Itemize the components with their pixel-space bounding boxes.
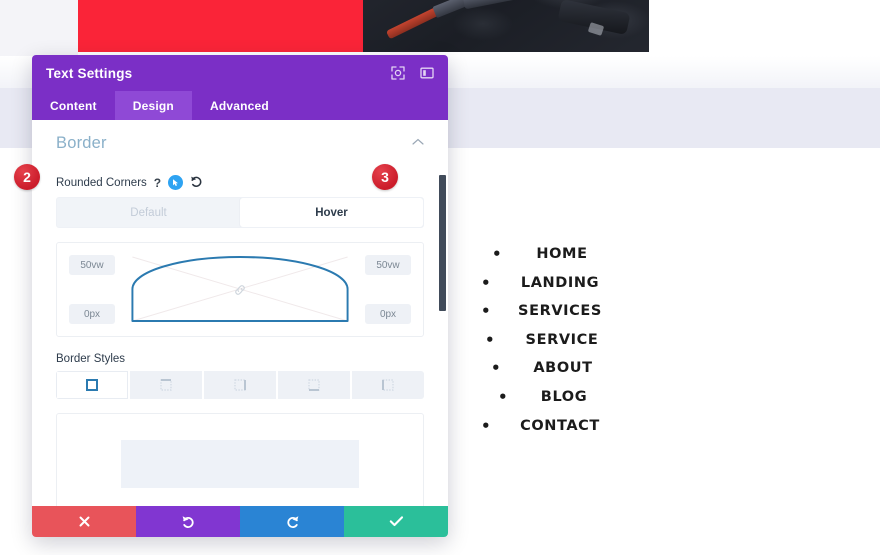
nav-item-contact[interactable]: CONTACT bbox=[470, 412, 650, 441]
tab-label: Advanced bbox=[209, 98, 269, 113]
state-tab-hover[interactable]: Hover bbox=[240, 198, 423, 227]
border-styles-label: Border Styles bbox=[56, 353, 126, 365]
nav-item-label: SERVICE bbox=[525, 331, 599, 348]
rounded-corners-label: Rounded Corners bbox=[56, 176, 147, 189]
modal-title: Text Settings bbox=[46, 65, 133, 81]
modal-header: Text Settings bbox=[32, 55, 448, 91]
hero-photo-image bbox=[363, 0, 649, 52]
border-preview-box bbox=[56, 413, 424, 506]
corner-value: 50vw bbox=[80, 259, 104, 271]
rounded-corners-label-row: Rounded Corners ? bbox=[56, 175, 424, 190]
nav-item-label: CONTACT bbox=[520, 417, 600, 434]
undo-button[interactable] bbox=[136, 506, 240, 537]
corner-input-top-left[interactable]: 50vw bbox=[69, 255, 115, 275]
corner-input-top-right[interactable]: 50vw bbox=[365, 255, 411, 275]
link-icon[interactable] bbox=[233, 282, 248, 297]
layout-panel-icon[interactable] bbox=[419, 66, 434, 81]
modal-scrollbar-track[interactable] bbox=[438, 120, 448, 506]
redo-button[interactable] bbox=[240, 506, 344, 537]
annotation-badge-2: 2 bbox=[14, 164, 40, 190]
nav-item-label: LANDING bbox=[520, 274, 600, 291]
section-title: Border bbox=[56, 134, 107, 152]
chevron-up-icon[interactable] bbox=[412, 138, 424, 149]
border-preview-shape bbox=[121, 440, 359, 488]
modal-footer bbox=[32, 506, 448, 537]
photo-tool-body bbox=[462, 0, 542, 10]
border-style-top[interactable] bbox=[130, 371, 204, 399]
nav-item-service[interactable]: SERVICE bbox=[470, 326, 650, 355]
annotation-number: 2 bbox=[23, 169, 31, 185]
border-styles-group bbox=[56, 371, 424, 399]
nav-item-label: HOME bbox=[536, 246, 588, 262]
save-button[interactable] bbox=[344, 506, 448, 537]
corner-value: 0px bbox=[83, 308, 101, 320]
tab-label: Design bbox=[132, 98, 174, 113]
cancel-button[interactable] bbox=[32, 506, 136, 537]
tab-content[interactable]: Content bbox=[32, 91, 115, 120]
site-nav-menu: HOME LANDING SERVICES SERVICE ABOUT BLOG… bbox=[470, 240, 650, 440]
question-mark-icon[interactable]: ? bbox=[154, 177, 161, 189]
nav-item-label: ABOUT bbox=[533, 360, 593, 377]
site-nav-list: HOME LANDING SERVICES SERVICE ABOUT BLOG… bbox=[470, 240, 650, 440]
reset-icon[interactable] bbox=[190, 175, 203, 190]
corner-input-bottom-right[interactable]: 0px bbox=[365, 304, 411, 324]
text-settings-modal: Text Settings Content Design Advanced Bo… bbox=[32, 55, 448, 537]
nav-item-label: SERVICES bbox=[518, 303, 602, 320]
state-tab-label: Hover bbox=[315, 206, 348, 219]
fullscreen-icon[interactable] bbox=[390, 66, 405, 81]
hero-white-area bbox=[649, 0, 880, 52]
hero-red-block bbox=[78, 0, 363, 52]
border-style-all[interactable] bbox=[56, 371, 130, 399]
rounded-corners-editor: 50vw 50vw 0px 0px bbox=[56, 242, 424, 337]
annotation-number: 3 bbox=[381, 169, 389, 185]
tab-design[interactable]: Design bbox=[114, 91, 192, 120]
nav-item-label: BLOG bbox=[540, 388, 588, 405]
state-tab-group: Default Hover bbox=[56, 197, 424, 228]
page-left-strip bbox=[0, 0, 78, 56]
modal-scrollbar-thumb[interactable] bbox=[439, 175, 446, 311]
annotation-badge-3: 3 bbox=[372, 164, 398, 190]
nav-item-home[interactable]: HOME bbox=[470, 240, 650, 269]
modal-tabs: Content Design Advanced bbox=[32, 91, 448, 120]
state-tab-label: Default bbox=[130, 206, 167, 219]
border-style-bottom[interactable] bbox=[278, 371, 352, 399]
hover-state-icon[interactable] bbox=[168, 175, 184, 190]
state-tab-default[interactable]: Default bbox=[57, 198, 240, 227]
border-style-left[interactable] bbox=[352, 371, 424, 399]
screenshot-root: HOME LANDING SERVICES SERVICE ABOUT BLOG… bbox=[0, 0, 880, 555]
border-style-right[interactable] bbox=[204, 371, 278, 399]
corner-value: 50vw bbox=[376, 259, 400, 271]
modal-header-icons bbox=[390, 66, 434, 81]
nav-item-blog[interactable]: BLOG bbox=[470, 383, 650, 412]
nav-item-landing[interactable]: LANDING bbox=[470, 269, 650, 298]
corner-value: 0px bbox=[379, 308, 397, 320]
corner-input-bottom-left[interactable]: 0px bbox=[69, 304, 115, 324]
corner-preview-canvas bbox=[125, 243, 355, 336]
nav-item-about[interactable]: ABOUT bbox=[470, 354, 650, 383]
border-section-header[interactable]: Border bbox=[56, 134, 424, 161]
nav-item-services[interactable]: SERVICES bbox=[470, 297, 650, 326]
tab-advanced[interactable]: Advanced bbox=[192, 91, 287, 120]
tab-label: Content bbox=[50, 98, 97, 113]
